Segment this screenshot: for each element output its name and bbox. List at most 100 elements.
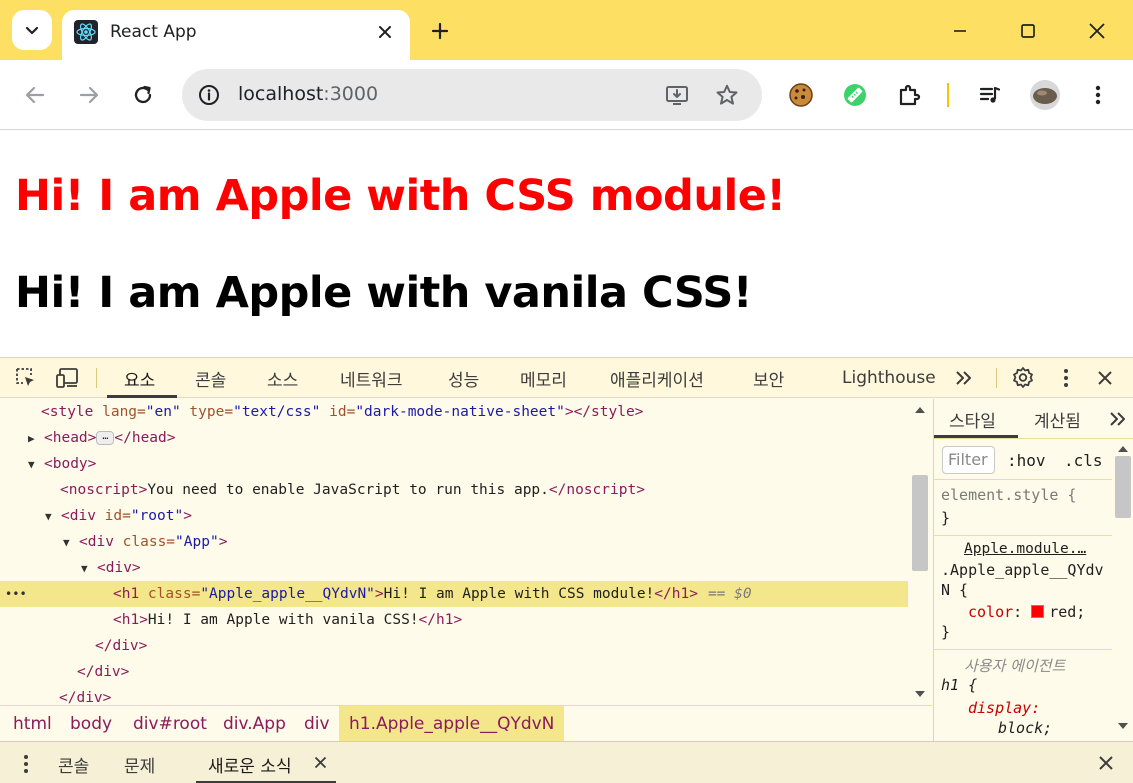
dom-node-div[interactable]: ▼ <div>	[0, 555, 908, 581]
collapse-triangle-icon[interactable]: ▼	[81, 556, 97, 582]
devtools-menu-button[interactable]	[1053, 365, 1079, 391]
reload-button[interactable]	[125, 77, 161, 113]
dom-tree-scrollbar[interactable]	[908, 399, 932, 705]
dom-node-div-close[interactable]: </div>	[0, 633, 908, 659]
breadcrumb-body[interactable]: body	[70, 706, 112, 742]
bookmark-star-button[interactable]	[710, 78, 744, 112]
scroll-up-icon[interactable]	[1117, 445, 1129, 453]
dom-node-head[interactable]: ▶ <head>… </head>	[0, 425, 908, 451]
url-text[interactable]: localhost:3000	[238, 83, 378, 105]
more-tabs-button[interactable]	[951, 365, 977, 391]
breadcrumb-h1[interactable]: h1.Apple_apple__QYdvN	[339, 706, 565, 742]
rule-divider	[934, 479, 1112, 480]
rule-selector-continued[interactable]: N {	[941, 581, 968, 599]
collapse-triangle-icon[interactable]: ▼	[63, 530, 79, 556]
back-button[interactable]	[17, 77, 53, 113]
collapsed-ellipsis[interactable]: …	[96, 431, 115, 445]
tab-search-button[interactable]	[12, 10, 52, 50]
css-property-color[interactable]: color: red;	[968, 603, 1085, 621]
class-toggle[interactable]: .cls	[1064, 451, 1103, 470]
tab-sources[interactable]: 소스	[267, 366, 298, 391]
browser-menu-button[interactable]	[1080, 77, 1116, 113]
element-style-selector[interactable]: element.style {	[941, 486, 1076, 504]
attr-name: class=	[113, 534, 176, 550]
media-controls-button[interactable]	[972, 77, 1008, 113]
breadcrumb-div-app[interactable]: div.App	[223, 706, 286, 742]
scroll-up-icon[interactable]	[914, 406, 926, 414]
dom-node-body[interactable]: ▼ <body>	[0, 451, 908, 477]
close-devtools-button[interactable]	[1092, 365, 1118, 391]
profile-avatar-button[interactable]	[1027, 77, 1063, 113]
tab-lighthouse[interactable]: Lighthouse	[842, 368, 936, 388]
reload-icon	[134, 85, 152, 104]
dom-node-div-close[interactable]: </div>	[0, 685, 908, 705]
scroll-down-icon[interactable]	[914, 690, 926, 698]
dom-node-h1-vanilla[interactable]: <h1>Hi! I am Apple with vanila CSS!</h1>	[0, 607, 908, 633]
tab-console[interactable]: 콘솔	[195, 366, 226, 391]
styles-scrollbar[interactable]	[1112, 440, 1133, 741]
chevron-double-right-icon[interactable]	[1108, 411, 1128, 427]
dom-node-h1-selected[interactable]: ••• <h1 class="Apple_apple__QYdvN">Hi! I …	[0, 581, 908, 607]
more-vertical-icon[interactable]	[23, 754, 29, 774]
device-toolbar-button[interactable]	[55, 365, 81, 391]
ruler-extension-button[interactable]	[837, 77, 873, 113]
minimize-button[interactable]	[942, 14, 978, 48]
site-info-button[interactable]	[192, 78, 226, 112]
new-tab-button[interactable]	[423, 14, 457, 48]
address-bar[interactable]: localhost:3000	[182, 69, 762, 121]
scrollbar-thumb[interactable]	[1115, 456, 1131, 518]
tab-computed[interactable]: 계산됨	[1034, 407, 1081, 432]
scroll-down-icon[interactable]	[1117, 722, 1129, 730]
toolbar-divider	[96, 368, 97, 388]
collapse-triangle-icon[interactable]: ▼	[28, 452, 44, 478]
styles-filter-input[interactable]: Filter	[942, 446, 995, 474]
maximize-button[interactable]	[1010, 14, 1046, 48]
expand-triangle-icon[interactable]: ▶	[28, 426, 44, 452]
tag-name: >	[374, 586, 384, 602]
inspect-icon	[16, 368, 34, 386]
color-swatch[interactable]	[1031, 605, 1045, 618]
tag-name: <div>	[97, 560, 141, 576]
browser-title-bar: React App	[0, 0, 1133, 62]
active-tab-indicator	[107, 395, 177, 398]
collapse-triangle-icon[interactable]: ▼	[45, 504, 61, 530]
drawer-tab-console[interactable]: 콘솔	[58, 752, 89, 777]
devtools-panel: 요소 콘솔 소스 네트워크 성능 메모리 애플리케이션 보안 Lighthous…	[0, 357, 1133, 783]
source-file-link[interactable]: Apple.module.…	[964, 541, 1086, 557]
close-icon[interactable]	[1098, 755, 1114, 771]
hover-state-toggle[interactable]: :hov	[1007, 451, 1046, 470]
inspect-element-button[interactable]	[13, 365, 39, 391]
devtools-settings-button[interactable]	[1010, 365, 1036, 391]
extensions-button[interactable]	[891, 77, 927, 113]
dom-node-noscript[interactable]: <noscript>You need to enable JavaScript …	[0, 477, 908, 503]
breadcrumb-div[interactable]: div	[304, 706, 330, 742]
tab-network[interactable]: 네트워크	[340, 366, 403, 391]
dom-node-div-root[interactable]: ▼ <div id="root">	[0, 503, 908, 529]
breadcrumb-html[interactable]: html	[13, 706, 52, 742]
tab-application[interactable]: 애플리케이션	[610, 366, 704, 391]
browser-tab[interactable]: React App	[62, 10, 410, 62]
rule-selector[interactable]: .Apple_apple__QYdv	[941, 561, 1104, 579]
dom-node-style[interactable]: <style lang="en" type="text/css" id="dar…	[0, 399, 908, 425]
dom-node-div-app[interactable]: ▼ <div class="App">	[0, 529, 908, 555]
tab-styles[interactable]: 스타일	[949, 407, 996, 432]
tab-security[interactable]: 보안	[753, 366, 784, 391]
tab-memory[interactable]: 메모리	[520, 366, 567, 391]
close-icon[interactable]	[314, 756, 327, 769]
ua-rule-selector: h1 {	[941, 676, 978, 694]
tab-performance[interactable]: 성능	[448, 366, 479, 391]
row-actions-ellipsis[interactable]: •••	[5, 581, 113, 607]
tab-elements[interactable]: 요소	[124, 366, 155, 391]
dom-node-div-close[interactable]: </div>	[0, 659, 908, 685]
property-name: display	[968, 699, 1032, 717]
forward-button[interactable]	[71, 77, 107, 113]
breadcrumb-div-root[interactable]: div#root	[133, 706, 207, 742]
scrollbar-thumb[interactable]	[912, 475, 928, 571]
install-app-button[interactable]	[660, 78, 694, 112]
drawer-tab-whats-new[interactable]: 새로운 소식	[208, 752, 292, 777]
close-window-button[interactable]	[1079, 14, 1115, 48]
arrow-left-icon	[25, 86, 45, 104]
tab-close-button[interactable]	[372, 19, 398, 45]
cookie-extension-button[interactable]	[783, 77, 819, 113]
drawer-tab-issues[interactable]: 문제	[124, 752, 155, 777]
